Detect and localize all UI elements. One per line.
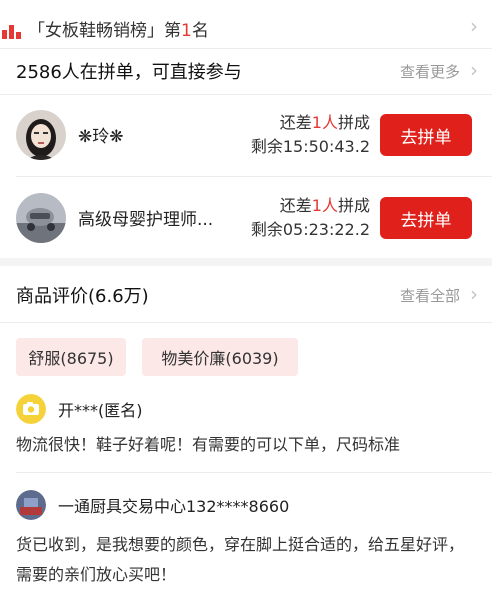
review-text: 货已收到，是我想要的颜色，穿在脚上挺合适的，给五星好评，需要的亲们放心买吧！ (16, 535, 465, 584)
group-leader-name: ❋玲❋ (78, 127, 124, 147)
countdown-timer: 05:23:22.2 (282, 220, 370, 239)
reviewer-name: 开***(匿名) (58, 401, 143, 420)
group-buy-title: 2586人在拼单，可直接参与 (16, 62, 242, 83)
reviews-title: 商品评价(6.6万) (16, 286, 149, 307)
divider (0, 322, 492, 323)
review-user: 一通厨具交易中心132****8660 (16, 490, 289, 520)
group-status: 还差1人拼成 剩余05:23:22.2 (250, 196, 370, 239)
group-buy-row: ❋玲❋ 还差1人拼成 剩余15:50:43.2 去拼单 (0, 95, 492, 175)
avatar (16, 193, 66, 243)
join-group-button[interactable]: 去拼单 (380, 114, 472, 156)
chevron-right-icon[interactable]: › (470, 58, 478, 82)
reviewer-name: 一通厨具交易中心132****8660 (58, 497, 290, 516)
camera-icon (16, 394, 46, 424)
view-all-link[interactable]: 查看全部 (400, 285, 460, 306)
avatar (16, 110, 66, 160)
ranking-text: 「女板鞋畅销榜」第1名 (28, 20, 209, 41)
join-group-button[interactable]: 去拼单 (380, 197, 472, 239)
section-separator (0, 258, 492, 266)
group-buy-row: 高级母婴护理师... 还差1人拼成 剩余05:23:22.2 去拼单 (0, 177, 492, 257)
countdown-timer: 15:50:43.2 (282, 137, 370, 156)
chevron-right-icon[interactable]: › (470, 282, 478, 306)
ranking-bar[interactable]: 「女板鞋畅销榜」第1名 › (0, 0, 492, 48)
review-tag[interactable]: 物美价廉(6039) (142, 338, 298, 376)
group-buy-header: 2586人在拼单，可直接参与 查看更多 › (0, 48, 492, 94)
group-status: 还差1人拼成 剩余15:50:43.2 (250, 113, 370, 156)
ranking-number: 1 (181, 20, 192, 41)
view-more-link[interactable]: 查看更多 (400, 61, 460, 82)
divider (16, 472, 492, 473)
review-text: 物流很快！鞋子好着呢！有需要的可以下单，尺码标准 (16, 435, 401, 454)
avatar (16, 490, 46, 520)
review-tag[interactable]: 舒服(8675) (16, 338, 126, 376)
group-leader-name: 高级母婴护理师... (78, 210, 214, 230)
reviews-header: 商品评价(6.6万) 查看全部 › (0, 266, 492, 322)
bar-chart-icon (2, 19, 22, 39)
chevron-right-icon: › (470, 14, 478, 38)
review-user: 开***(匿名) (16, 394, 143, 424)
